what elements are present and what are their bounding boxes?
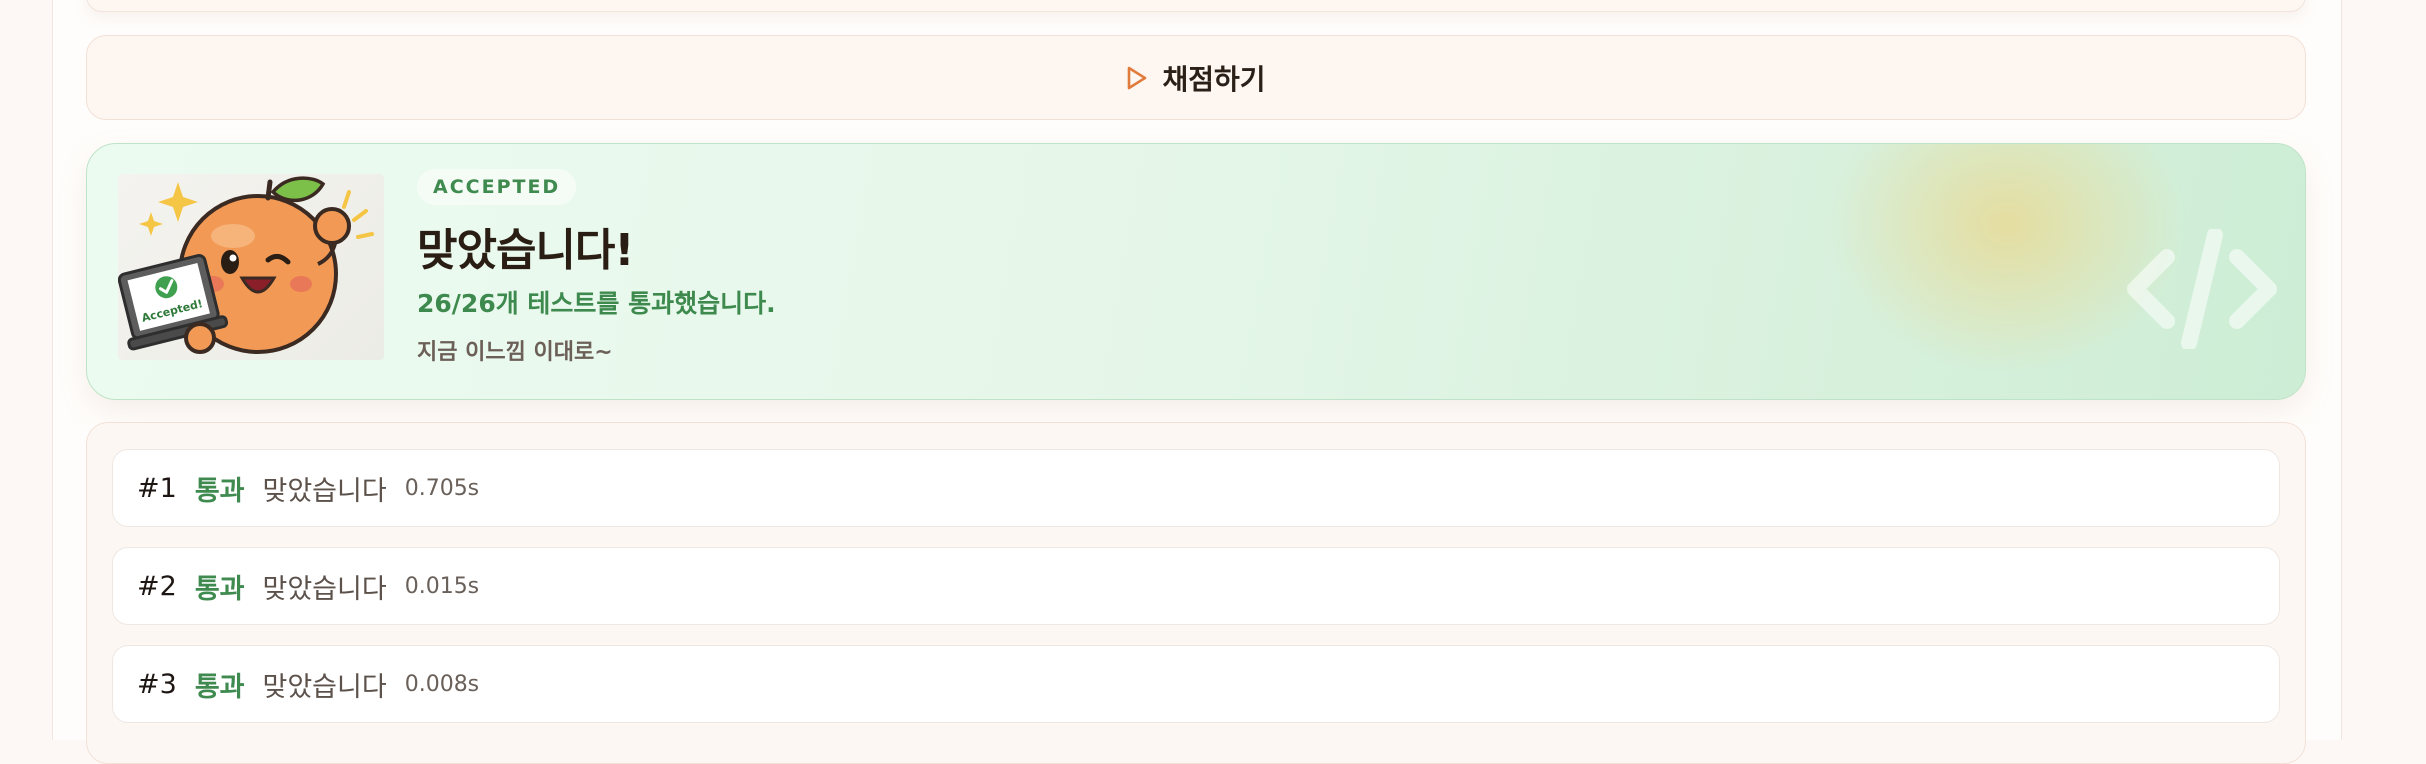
result-title: 맞았습니다! [417,225,634,276]
result-card: Accepted! ACCEPTED 맞았습니다! 26/26개 테스트를 통과… [86,143,2306,400]
grade-button-label: 채점하기 [1162,62,1266,96]
test-row-1[interactable]: #1 통과 맞았습니다 0.705s [112,449,2280,527]
test-number: #2 [137,570,177,602]
code-icon [2127,227,2277,353]
test-number: #3 [137,668,177,700]
test-row-3[interactable]: #3 통과 맞았습니다 0.008s [112,645,2280,723]
previous-section-card [86,0,2306,12]
play-icon [1126,65,1148,91]
test-number: #1 [137,472,177,504]
test-message: 맞았습니다 [262,573,387,605]
test-status: 통과 [194,573,245,605]
test-status: 통과 [194,475,245,507]
grade-button[interactable]: 채점하기 [86,35,2306,120]
status-badge: ACCEPTED [417,169,577,205]
test-results-panel: #1 통과 맞았습니다 0.705s #2 통과 맞았습니다 0.015s #3… [86,422,2306,764]
test-message: 맞았습니다 [262,475,387,507]
test-time: 0.015s [404,573,480,599]
test-status: 통과 [194,671,245,703]
test-row-2[interactable]: #2 통과 맞았습니다 0.015s [112,547,2280,625]
result-summary: 26/26개 테스트를 통과했습니다. [417,289,776,318]
test-time: 0.008s [404,671,480,697]
result-message: 지금 이느낌 이대로~ [417,340,613,365]
test-message: 맞았습니다 [262,671,387,703]
mascot-image: Accepted! [118,174,384,360]
test-time: 0.705s [404,475,480,501]
